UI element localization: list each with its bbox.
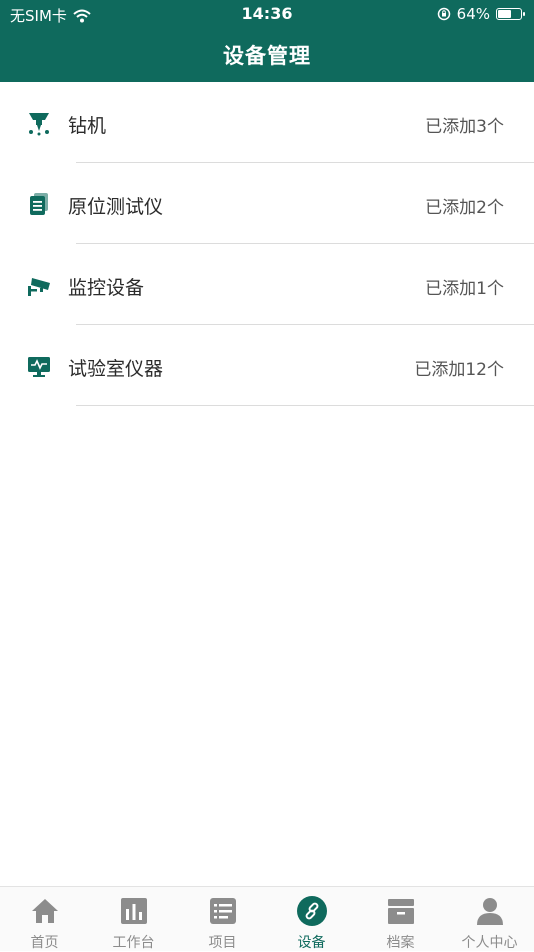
row-divider [76,405,534,406]
tab-devices[interactable]: 设备 [267,887,356,951]
tab-archive[interactable]: 档案 [356,887,445,951]
battery-level [498,10,512,18]
device-name: 监控设备 [68,277,145,299]
status-right: 64% [437,5,525,23]
tab-label: 设备 [297,935,326,951]
orientation-lock-icon [437,7,450,21]
tab-projects[interactable]: 项目 [178,887,267,951]
device-name: 钻机 [68,115,107,137]
list-icon [209,898,236,924]
app-header: 无SIM卡 14:36 64% 设备管理 [0,0,534,82]
tab-label: 个人中心 [461,935,518,951]
camera-icon [28,278,50,296]
tab-label: 档案 [386,935,415,951]
device-count: 已添加3个 [425,117,504,137]
tab-label: 首页 [30,935,59,951]
tab-bar: 首页 工作台 项目 设备 档案 个人中心 [0,886,534,951]
user-icon [476,898,503,925]
device-name: 试验室仪器 [68,358,164,380]
home-icon [31,899,58,923]
link-icon [296,896,327,926]
device-count: 已添加2个 [425,198,504,218]
device-name: 原位测试仪 [68,196,164,218]
tab-profile[interactable]: 个人中心 [445,887,534,951]
monitor-icon [28,357,50,377]
chart-icon [120,898,147,924]
device-row-drill[interactable]: 钻机 已添加3个 [0,82,534,163]
tab-label: 项目 [208,935,237,951]
device-row-insitu-tester[interactable]: 原位测试仪 已添加2个 [0,163,534,244]
device-row-lab-instruments[interactable]: 试验室仪器 已添加12个 [0,325,534,406]
drill-icon [29,113,49,136]
device-row-monitoring[interactable]: 监控设备 已添加1个 [0,244,534,325]
tab-label: 工作台 [112,935,155,951]
device-count: 已添加12个 [414,360,504,380]
tab-home[interactable]: 首页 [0,887,89,951]
battery-percent: 64% [456,5,490,23]
tab-workbench[interactable]: 工作台 [89,887,178,951]
battery-icon [496,8,525,20]
archive-icon [387,899,414,924]
document-icon [30,193,48,215]
device-list: 钻机 已添加3个 原位测试仪 已添加2个 监控设备 已添加1个 试验室仪器 已添… [0,82,534,406]
status-bar: 无SIM卡 14:36 64% [0,0,534,28]
page-title: 设备管理 [223,44,311,68]
device-count: 已添加1个 [425,279,504,299]
